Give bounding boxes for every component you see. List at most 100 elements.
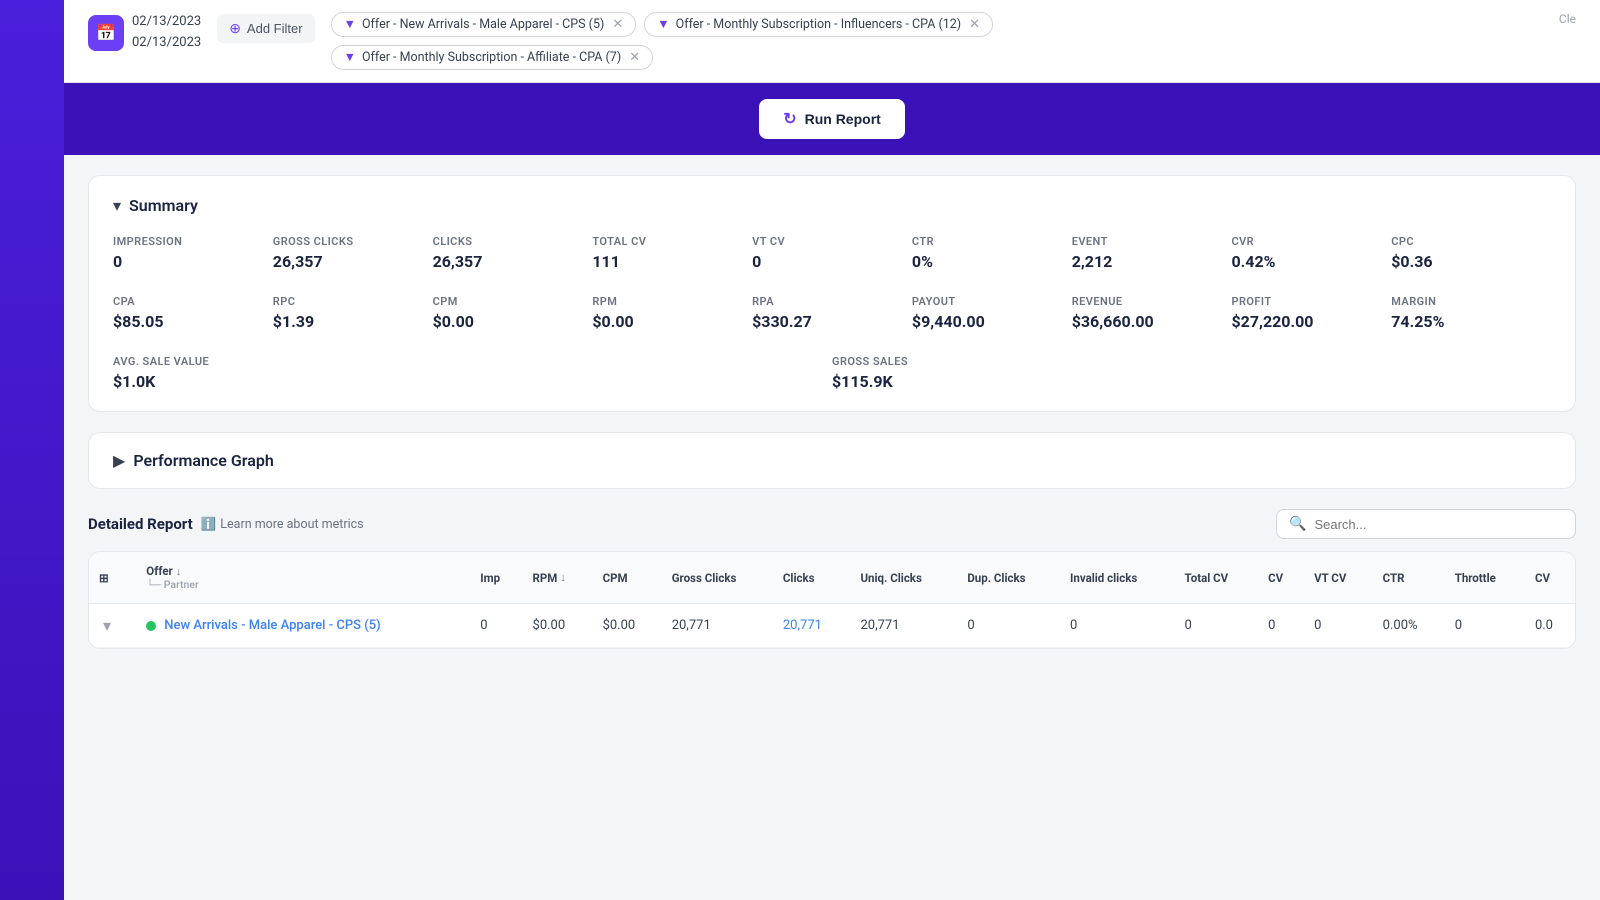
filter-remove-2[interactable]: ✕ [969,17,980,32]
metric-item-metrics-row-1-4: VT CV 0 [752,235,912,271]
metric-item-metrics-row-2-4: RPA $330.27 [752,295,912,331]
metric-label-2: CPM [433,295,593,308]
col-rpm[interactable]: RPM↓ [523,552,593,604]
metric-label-1: GROSS SALES [832,355,1551,368]
metric-item-metrics-row-2-2: CPM $0.00 [433,295,593,331]
metric-label-5: PAYOUT [912,295,1072,308]
search-box: 🔍 [1276,509,1576,539]
summary-section: ▾ Summary IMPRESSION 0 GROSS CLICKS 26,3… [88,175,1576,412]
col-offer-sort-icon: ↓ [176,565,182,578]
table-row: ▾ New Arrivals - Male Apparel - CPS (5) … [89,604,1575,648]
metric-label-4: RPA [752,295,912,308]
metrics-grid: IMPRESSION 0 GROSS CLICKS 26,357 CLICKS … [113,235,1551,391]
metric-value-7: $27,220.00 [1231,312,1391,331]
metric-value-6: $36,660.00 [1072,312,1232,331]
row-gross-clicks-0: 20,771 [662,604,773,648]
performance-graph-header[interactable]: ▶ Performance Graph [113,451,1551,470]
filter-remove-3[interactable]: ✕ [629,50,640,65]
metric-value-0: 0 [113,252,273,271]
detailed-report-header: Detailed Report ℹ️ Learn more about metr… [88,509,1576,539]
filter-remove-1[interactable]: ✕ [612,17,623,32]
row-cv-0: 0 [1258,604,1304,648]
metric-item-metrics-row-1-6: EVENT 2,212 [1072,235,1232,271]
col-offer-label: Offer [146,564,172,578]
offer-active-dot-0 [146,621,156,631]
filters-wrapper: ▼ Offer - New Arrivals - Male Apparel - … [331,12,1543,70]
metric-item-metrics-row-2-7: PROFIT $27,220.00 [1231,295,1391,331]
metric-value-7: 0.42% [1231,252,1391,271]
col-rpm-sort-icon: ↓ [560,571,566,584]
offer-name-0[interactable]: New Arrivals - Male Apparel - CPS (5) [164,618,380,633]
col-cv2: CV [1525,552,1575,604]
metric-item-metrics-row-3-1: GROSS SALES $115.9K [832,355,1551,391]
row-expand-btn-0[interactable]: ▾ [99,616,115,635]
performance-graph-section: ▶ Performance Graph [88,432,1576,489]
metric-value-3: 111 [592,252,752,271]
col-offer[interactable]: Offer ↓ └─ Partner [136,552,470,604]
row-vt-cv-0: 0 [1304,604,1373,648]
metric-item-metrics-row-1-0: IMPRESSION 0 [113,235,273,271]
metrics-row-1: IMPRESSION 0 GROSS CLICKS 26,357 CLICKS … [113,235,1551,271]
filter-label-3: Offer - Monthly Subscription - Affiliate… [362,50,621,65]
learn-metrics-label: Learn more about metrics [220,517,363,532]
filter-tag-3: ▼ Offer - Monthly Subscription - Affilia… [331,45,654,70]
date-from: 02/13/2023 [132,12,201,33]
main-content: 📅 02/13/2023 02/13/2023 ⊕ Add Filter ▼ O… [64,0,1600,900]
metric-label-7: CVR [1231,235,1391,248]
metric-label-6: REVENUE [1072,295,1232,308]
metrics-row-3: AVG. SALE VALUE $1.0K GROSS SALES $115.9… [113,355,1551,391]
filter-tag-2: ▼ Offer - Monthly Subscription - Influen… [644,12,993,37]
metrics-row-2: CPA $85.05 RPC $1.39 CPM $0.00 RPM $0.00… [113,295,1551,331]
add-filter-icon: ⊕ [229,20,241,37]
metric-label-0: IMPRESSION [113,235,273,248]
metric-item-metrics-row-2-3: RPM $0.00 [592,295,752,331]
col-gross-clicks: Gross Clicks [662,552,773,604]
col-imp: Imp [470,552,522,604]
metric-item-metrics-row-2-1: RPC $1.39 [273,295,433,331]
col-offer-sublabel: └─ Partner [146,578,460,591]
row-offer-cell-0: New Arrivals - Male Apparel - CPS (5) [136,604,470,648]
metric-value-0: $85.05 [113,312,273,331]
metric-value-1: $115.9K [832,372,1551,391]
filter-funnel-icon-2: ▼ [657,17,669,32]
row-ctr-0: 0.00% [1373,604,1445,648]
col-uniq-clicks: Uniq. Clicks [850,552,957,604]
metric-value-1: 26,357 [273,252,433,271]
add-filter-label: Add Filter [247,21,303,36]
metric-value-6: 2,212 [1072,252,1232,271]
metric-label-0: AVG. SALE VALUE [113,355,832,368]
metric-label-8: MARGIN [1391,295,1551,308]
run-report-button[interactable]: ↻ Run Report [759,99,905,139]
metric-label-3: RPM [592,295,752,308]
search-input[interactable] [1314,517,1563,532]
metric-item-metrics-row-1-5: CTR 0% [912,235,1072,271]
metric-item-metrics-row-2-8: MARGIN 74.25% [1391,295,1551,331]
col-invalid-clicks: Invalid clicks [1060,552,1175,604]
learn-metrics-link[interactable]: ℹ️ Learn more about metrics [201,517,364,532]
summary-chevron-icon: ▾ [113,196,121,215]
row-uniq-clicks-0: 20,771 [850,604,957,648]
top-right-label: Cle [1559,12,1576,26]
col-cv: CV [1258,552,1304,604]
add-filter-button[interactable]: ⊕ Add Filter [217,14,314,43]
filter-row-1: ▼ Offer - New Arrivals - Male Apparel - … [331,12,1543,37]
col-select-icon: ⊞ [99,571,109,585]
run-report-label: Run Report [805,111,881,127]
row-rpm-0: $0.00 [523,604,593,648]
metric-value-0: $1.0K [113,372,832,391]
metric-item-metrics-row-1-1: GROSS CLICKS 26,357 [273,235,433,271]
date-range: 02/13/2023 02/13/2023 [132,12,201,54]
col-clicks: Clicks [773,552,851,604]
refresh-icon: ↻ [783,109,796,129]
metric-value-1: $1.39 [273,312,433,331]
filter-label-2: Offer - Monthly Subscription - Influence… [676,17,962,32]
filter-tag-1: ▼ Offer - New Arrivals - Male Apparel - … [331,12,637,37]
metric-label-0: CPA [113,295,273,308]
metric-item-metrics-row-1-3: TOTAL CV 111 [592,235,752,271]
table-body: ▾ New Arrivals - Male Apparel - CPS (5) … [89,604,1575,648]
summary-header[interactable]: ▾ Summary [113,196,1551,215]
performance-graph-chevron-icon: ▶ [113,451,125,470]
metric-label-3: TOTAL CV [592,235,752,248]
row-cv2-0: 0.0 [1525,604,1575,648]
filter-funnel-icon-3: ▼ [344,50,356,65]
